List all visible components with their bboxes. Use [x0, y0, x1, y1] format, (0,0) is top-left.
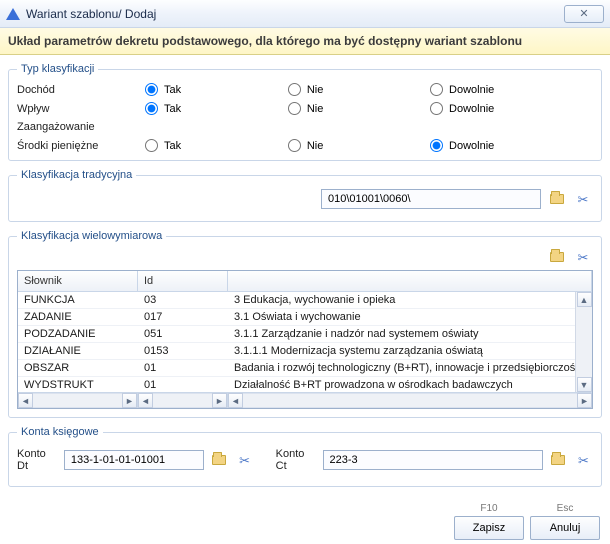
- table-cell: 01: [138, 377, 228, 392]
- trad-cut-button[interactable]: ✂: [573, 190, 593, 208]
- table-cell: 03: [138, 292, 228, 308]
- table-row[interactable]: FUNKCJA033 Edukacja, wychowanie i opieka: [18, 292, 592, 309]
- table-row[interactable]: DZIAŁANIE01533.1.1.1 Modernizacja system…: [18, 343, 592, 360]
- table-vertical-scrollbar[interactable]: ▲ ▼: [575, 292, 592, 392]
- table-cell: 01: [138, 360, 228, 376]
- save-hint: F10: [480, 503, 497, 514]
- table-cell: Badania i rozwój technologiczny (B+RT), …: [228, 360, 592, 376]
- scissors-icon: ✂: [239, 454, 250, 467]
- window-close-button[interactable]: ✕: [564, 5, 604, 23]
- table-row[interactable]: PODZADANIE0513.1.1 Zarządzanie i nadzór …: [18, 326, 592, 343]
- cancel-hint: Esc: [557, 503, 574, 514]
- konta-group: Konta księgowe Konto Dt ✂ Konto Ct ✂: [8, 426, 602, 487]
- table-cell: 3.1.1 Zarządzanie i nadzór nad systemem …: [228, 326, 592, 342]
- typ-legend: Typ klasyfikacji: [17, 63, 98, 75]
- trad-browse-button[interactable]: [547, 190, 567, 208]
- table-cell: PODZADANIE: [18, 326, 138, 342]
- cancel-button[interactable]: Anuluj: [530, 516, 600, 540]
- mw-browse-button[interactable]: [547, 248, 567, 266]
- scissors-icon: ✂: [578, 193, 589, 206]
- table-cell: Działalność B+RT prowadzona w ośrodkach …: [228, 377, 592, 392]
- wplyw-nie[interactable]: Nie: [288, 102, 422, 115]
- dt-browse-button[interactable]: [210, 451, 229, 469]
- mw-cut-button[interactable]: ✂: [573, 248, 593, 266]
- row-srodki-label: Środki pieniężne: [17, 140, 137, 152]
- col-id[interactable]: Id: [138, 271, 228, 291]
- col-slownik[interactable]: Słownik: [18, 271, 138, 291]
- scroll-up-icon[interactable]: ▲: [577, 292, 592, 307]
- scissors-icon: ✂: [578, 251, 589, 264]
- table-row[interactable]: WYDSTRUKT01Działalność B+RT prowadzona w…: [18, 377, 592, 392]
- table-cell: 017: [138, 309, 228, 325]
- mw-table: Słownik Id FUNKCJA033 Edukacja, wychowan…: [17, 270, 593, 409]
- table-cell: WYDSTRUKT: [18, 377, 138, 392]
- table-cell: FUNKCJA: [18, 292, 138, 308]
- table-cell: OBSZAR: [18, 360, 138, 376]
- ct-cut-button[interactable]: ✂: [574, 451, 593, 469]
- table-cell: 3 Edukacja, wychowanie i opieka: [228, 292, 592, 308]
- save-button[interactable]: Zapisz: [454, 516, 524, 540]
- hscroll-slownik[interactable]: ◄►: [18, 393, 138, 408]
- srodki-dow[interactable]: Dowolnie: [430, 139, 593, 152]
- dt-cut-button[interactable]: ✂: [235, 451, 254, 469]
- konta-legend: Konta księgowe: [17, 426, 103, 438]
- hscroll-desc[interactable]: ◄►: [228, 393, 592, 408]
- konto-ct-label: Konto Ct: [276, 448, 317, 472]
- ct-browse-button[interactable]: [549, 451, 568, 469]
- konto-dt-input[interactable]: [64, 450, 204, 470]
- table-cell: 0153: [138, 343, 228, 359]
- klas-tradycyjna-group: Klasyfikacja tradycyjna ✂: [8, 169, 602, 222]
- table-cell: ZADANIE: [18, 309, 138, 325]
- typ-klasyfikacji-group: Typ klasyfikacji Dochód Tak Nie Dowolnie…: [8, 63, 602, 161]
- close-icon: ✕: [579, 7, 588, 20]
- konto-dt-label: Konto Dt: [17, 448, 58, 472]
- wplyw-tak[interactable]: Tak: [145, 102, 280, 115]
- table-cell: 3.1 Oświata i wychowanie: [228, 309, 592, 325]
- table-cell: DZIAŁANIE: [18, 343, 138, 359]
- scissors-icon: ✂: [578, 454, 589, 467]
- table-row[interactable]: OBSZAR01Badania i rozwój technologiczny …: [18, 360, 592, 377]
- dochod-tak[interactable]: Tak: [145, 83, 280, 96]
- klas-wielowymiarowa-group: Klasyfikacja wielowymiarowa ✂ Słownik Id…: [8, 230, 602, 418]
- folder-icon: [212, 455, 226, 465]
- konto-ct-input[interactable]: [323, 450, 543, 470]
- page-header: Układ parametrów dekretu podstawowego, d…: [0, 28, 610, 55]
- col-desc[interactable]: [228, 271, 592, 291]
- hscroll-id[interactable]: ◄►: [138, 393, 228, 408]
- wplyw-dow[interactable]: Dowolnie: [430, 102, 593, 115]
- app-triangle-icon: [6, 8, 20, 20]
- scroll-down-icon[interactable]: ▼: [577, 377, 592, 392]
- row-wplyw-label: Wpływ: [17, 103, 137, 115]
- row-zaang-label: Zaangażowanie: [17, 121, 137, 133]
- row-dochod-label: Dochód: [17, 84, 137, 96]
- trad-legend: Klasyfikacja tradycyjna: [17, 169, 136, 181]
- srodki-nie[interactable]: Nie: [288, 139, 422, 152]
- dochod-dow[interactable]: Dowolnie: [430, 83, 593, 96]
- table-row[interactable]: ZADANIE0173.1 Oświata i wychowanie: [18, 309, 592, 326]
- srodki-tak[interactable]: Tak: [145, 139, 280, 152]
- folder-icon: [551, 455, 565, 465]
- trad-input[interactable]: [321, 189, 541, 209]
- titlebar: Wariant szablonu/ Dodaj ✕: [0, 0, 610, 28]
- dochod-nie[interactable]: Nie: [288, 83, 422, 96]
- table-cell: 051: [138, 326, 228, 342]
- folder-icon: [550, 252, 564, 262]
- table-cell: 3.1.1.1 Modernizacja systemu zarządzania…: [228, 343, 592, 359]
- window-title: Wariant szablonu/ Dodaj: [26, 7, 156, 21]
- mw-legend: Klasyfikacja wielowymiarowa: [17, 230, 166, 242]
- folder-icon: [550, 194, 564, 204]
